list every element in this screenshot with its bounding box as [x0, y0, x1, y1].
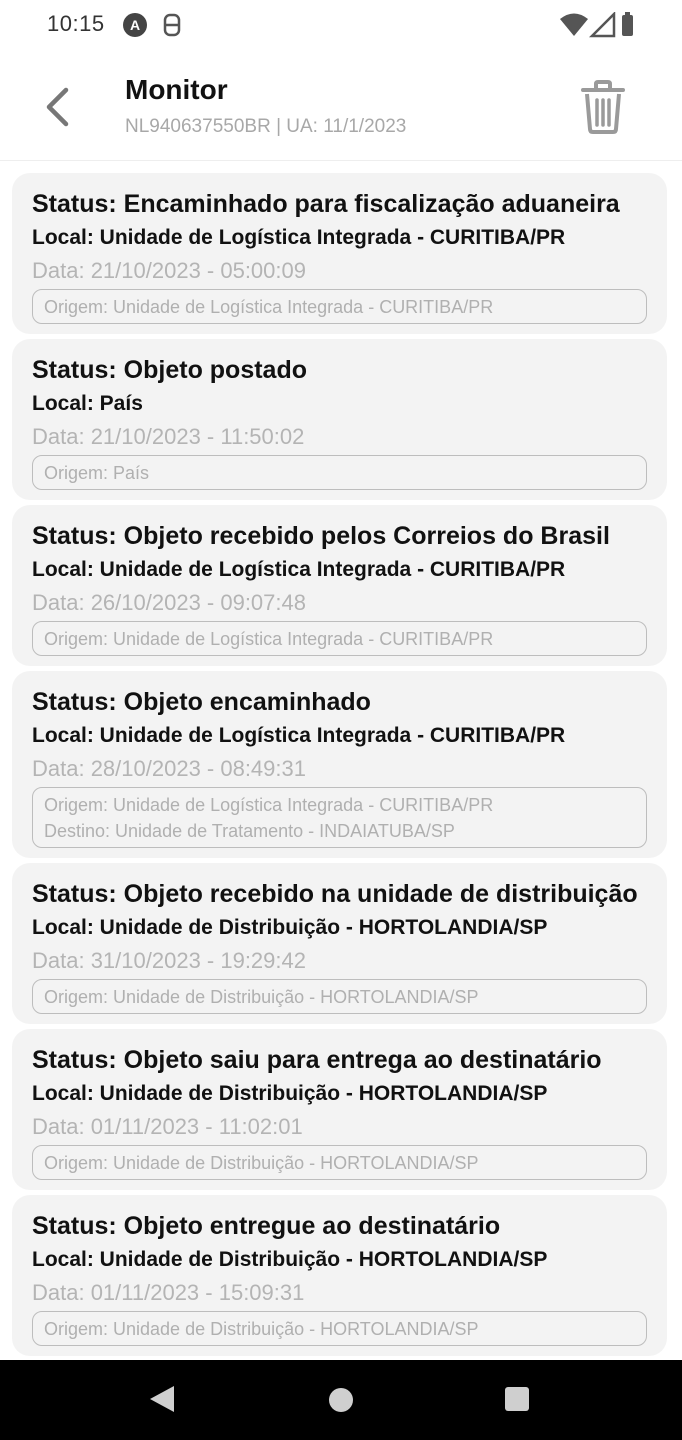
battery-icon	[622, 15, 633, 36]
event-date: Data: 01/11/2023 - 11:02:01	[32, 1114, 303, 1139]
event-local: Local: País	[32, 392, 143, 415]
wifi-icon	[560, 13, 588, 36]
event-date: Data: 01/11/2023 - 15:09:31	[32, 1280, 305, 1305]
event-date: Data: 28/10/2023 - 08:49:31	[32, 756, 306, 781]
page-title: Monitor	[125, 74, 228, 105]
event-route-box: Origem: Unidade de Distribuição - HORTOL…	[32, 1311, 647, 1346]
event-origin: Origem: Unidade de Logística Integrada -…	[44, 629, 494, 649]
event-date: Data: 31/10/2023 - 19:29:42	[32, 948, 306, 973]
event-local: Local: Unidade de Distribuição - HORTOLA…	[32, 1248, 548, 1271]
back-button[interactable]	[38, 85, 76, 129]
event-route-box: Origem: Unidade de Distribuição - HORTOL…	[32, 1145, 647, 1180]
event-status: Status: Objeto encaminhado	[32, 688, 371, 716]
event-status: Status: Objeto entregue ao destinatário	[32, 1212, 501, 1240]
event-status: Status: Objeto recebido pelos Correios d…	[32, 522, 610, 550]
nav-recents-icon[interactable]	[505, 1387, 529, 1411]
event-card: Status: Objeto saiu para entrega ao dest…	[12, 1029, 667, 1190]
event-destination: Destino: Unidade de Tratamento - INDAIAT…	[44, 821, 455, 841]
event-status: Status: Encaminhado para fiscalização ad…	[32, 190, 620, 218]
system-nav-bar	[0, 1360, 682, 1440]
event-card: Status: Objeto recebido na unidade de di…	[12, 863, 667, 1024]
event-card: Status: Objeto postado Local: País Data: 2…	[12, 339, 667, 500]
nav-home-icon[interactable]	[329, 1388, 353, 1412]
nav-back-icon[interactable]	[148, 1384, 176, 1414]
event-local: Local: Unidade de Distribuição - HORTOLA…	[32, 916, 548, 939]
event-date: Data: 26/10/2023 - 09:07:48	[32, 590, 306, 615]
event-status: Status: Objeto saiu para entrega ao dest…	[32, 1046, 602, 1074]
event-status: Status: Objeto recebido na unidade de di…	[32, 880, 638, 908]
app-header: Monitor NL940637550BR | UA: 11/1/2023	[0, 50, 682, 161]
event-local: Local: Unidade de Distribuição - HORTOLA…	[32, 1082, 548, 1105]
event-route-box: Origem: País	[32, 455, 647, 490]
event-local: Local: Unidade de Logística Integrada - …	[32, 558, 566, 581]
event-card: Status: Objeto entregue ao destinatário L…	[12, 1195, 667, 1356]
event-card: Status: Objeto encaminhado Local: Unidade…	[12, 671, 667, 858]
event-origin: Origem: Unidade de Distribuição - HORTOL…	[44, 1153, 479, 1173]
event-route-box: Origem: Unidade de Logística Integrada -…	[32, 621, 647, 656]
chevron-left-icon	[46, 87, 69, 127]
tracking-subtitle: NL940637550BR | UA: 11/1/2023	[125, 116, 407, 137]
event-date: Data: 21/10/2023 - 11:50:02	[32, 424, 305, 449]
event-card: Status: Encaminhado para fiscalização ad…	[12, 173, 667, 334]
event-card: Status: Objeto recebido pelos Correios d…	[12, 505, 667, 666]
a-badge-icon: A	[123, 13, 147, 37]
event-route-box: Origem: Unidade de Distribuição - HORTOL…	[32, 979, 647, 1014]
event-local: Local: Unidade de Logística Integrada - …	[32, 226, 566, 249]
tracking-events-list[interactable]: Status: Encaminhado para fiscalização ad…	[0, 161, 682, 1360]
event-local: Local: Unidade de Logística Integrada - …	[32, 724, 566, 747]
event-origin: Origem: Unidade de Logística Integrada -…	[44, 297, 494, 317]
sim-icon	[163, 13, 181, 37]
event-origin: Origem: Unidade de Distribuição - HORTOL…	[44, 987, 479, 1007]
event-origin: Origem: País	[44, 463, 150, 483]
status-time: 10:15	[47, 11, 105, 36]
event-origin: Origem: Unidade de Distribuição - HORTOL…	[44, 1319, 479, 1339]
event-route-box: Origem: Unidade de Logística Integrada -…	[32, 787, 647, 848]
signal-icon	[588, 12, 616, 38]
event-status: Status: Objeto postado	[32, 356, 307, 384]
event-origin: Origem: Unidade de Logística Integrada -…	[44, 795, 494, 815]
event-date: Data: 21/10/2023 - 05:00:09	[32, 258, 306, 283]
system-status-icons	[560, 12, 633, 38]
event-route-box: Origem: Unidade de Logística Integrada -…	[32, 289, 647, 324]
status-bar: 10:15 A	[0, 0, 682, 50]
trash-icon[interactable]	[580, 80, 626, 134]
